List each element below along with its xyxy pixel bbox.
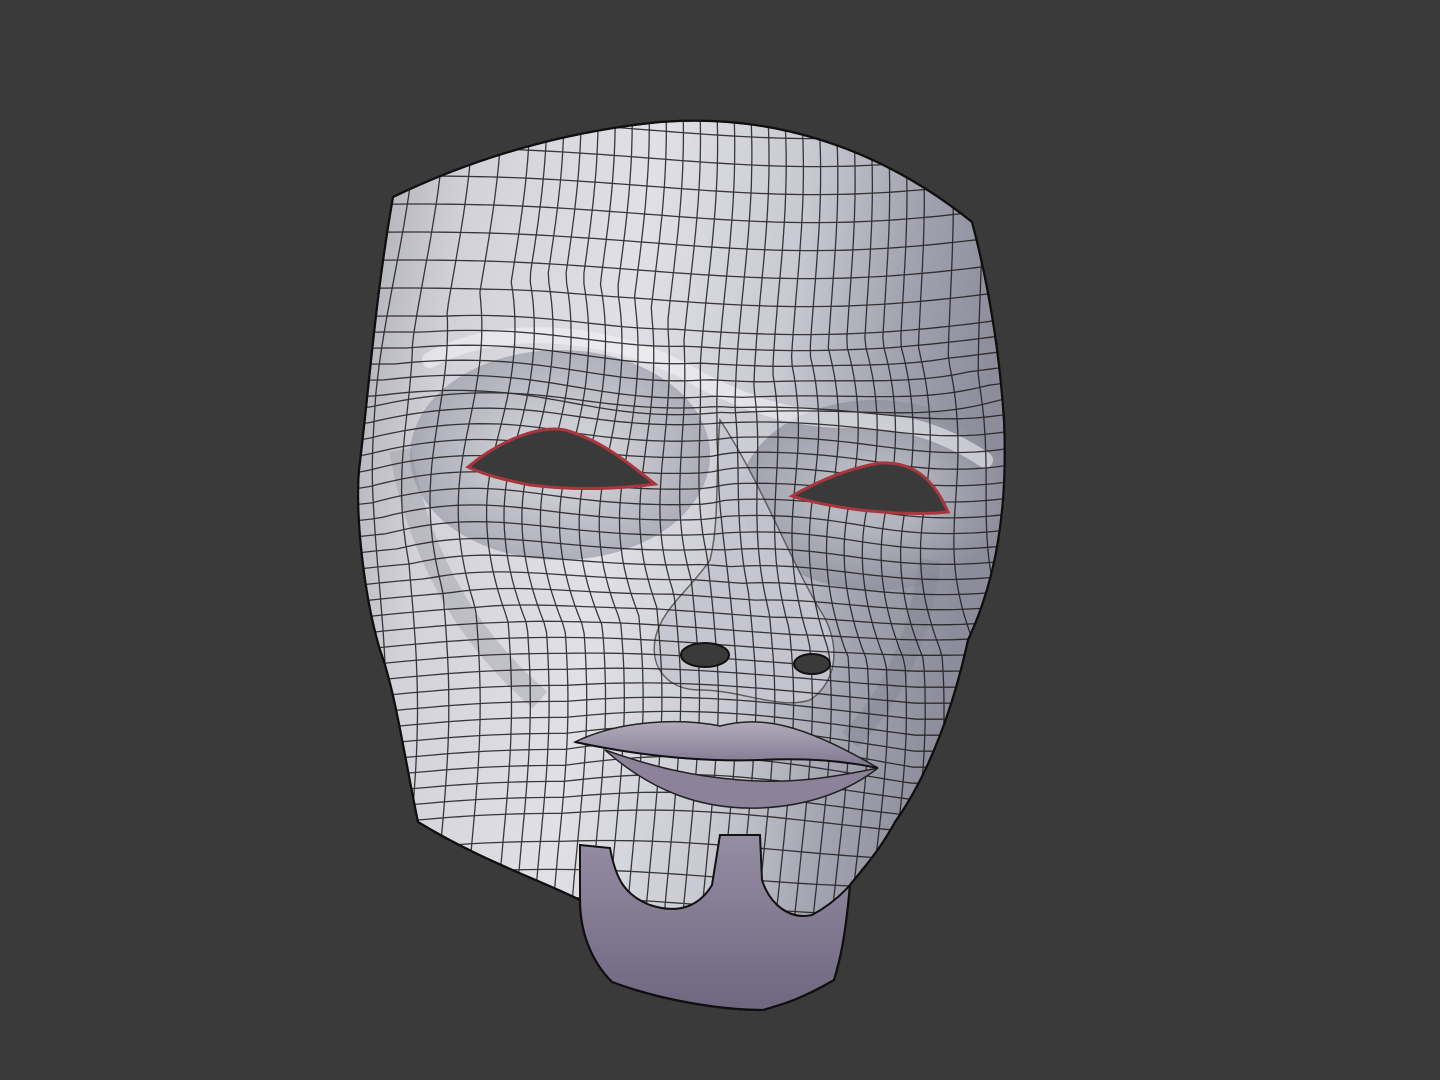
mask-mesh[interactable]	[318, 102, 1041, 1028]
left-nostril	[680, 642, 730, 668]
viewport-canvas[interactable]	[0, 0, 1440, 1080]
3d-viewport[interactable]	[0, 0, 1440, 1080]
right-nostril	[793, 653, 831, 675]
